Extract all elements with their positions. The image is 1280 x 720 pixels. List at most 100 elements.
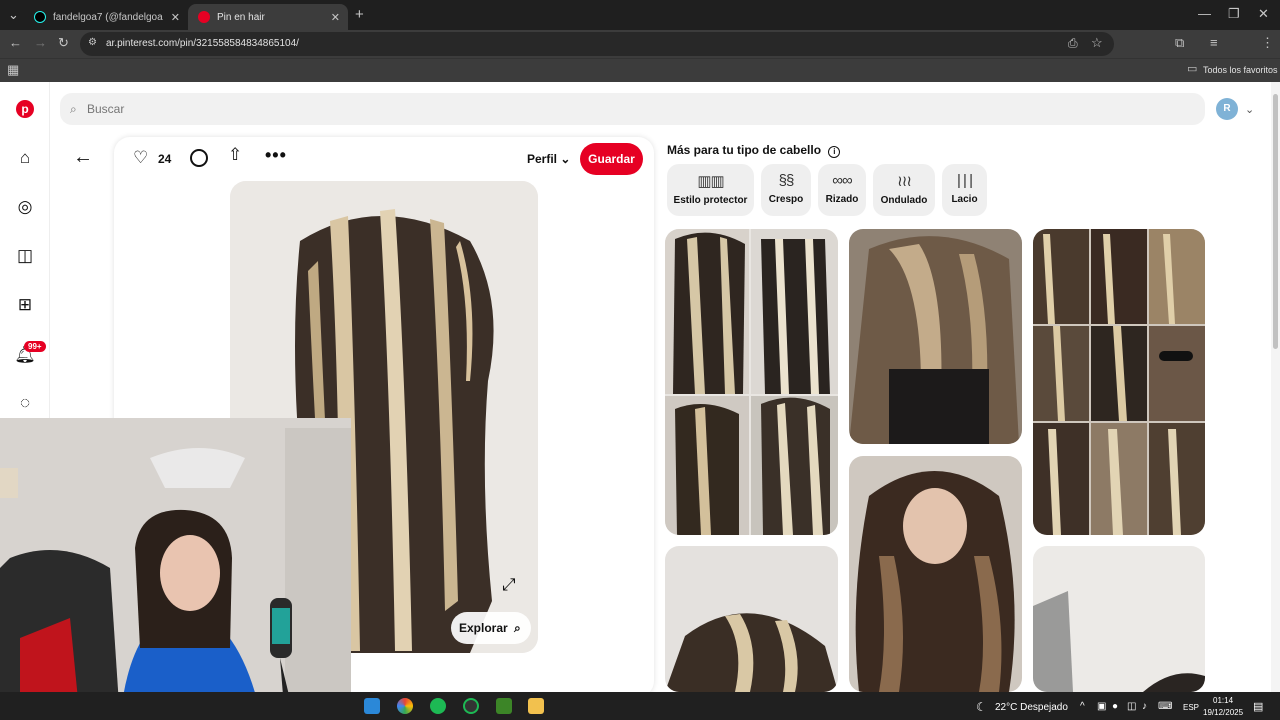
address-bar[interactable]: ⚙ ar.pinterest.com/pin/32155858483486510…: [80, 32, 1114, 56]
reload-icon[interactable]: ↻: [58, 36, 69, 49]
language-indicator[interactable]: ESP: [1183, 703, 1199, 712]
restore-icon[interactable]: ❐: [1228, 7, 1240, 20]
profile-dropdown[interactable]: Perfil ⌄: [527, 152, 570, 166]
minimize-icon[interactable]: —: [1198, 7, 1211, 20]
info-icon[interactable]: i: [828, 146, 841, 158]
browser-tab-bar: ⌄ fandelgoa7 (@fandelgoa7_) | T ✕ Pin en…: [0, 0, 1280, 30]
pin-thumbnail[interactable]: [849, 456, 1022, 692]
boards-icon[interactable]: ◫: [14, 245, 36, 267]
hair-collage-image: [665, 229, 838, 535]
close-tab-icon[interactable]: ✕: [331, 11, 340, 24]
tray-chevron-icon[interactable]: ^: [1080, 701, 1085, 712]
tab-tiktok[interactable]: fandelgoa7 (@fandelgoa7_) | T ✕: [24, 4, 188, 30]
folder-icon: ▭: [1187, 63, 1198, 75]
chevron-down-icon[interactable]: ⌄: [1245, 103, 1254, 116]
home-icon[interactable]: ⌂: [14, 147, 36, 169]
notifications-badge: 99+: [24, 341, 46, 352]
explore-compass-icon[interactable]: ◎: [14, 196, 36, 218]
search-placeholder: Buscar: [87, 102, 125, 116]
curly-icon: ∞∞: [832, 172, 852, 189]
scrollbar-thumb[interactable]: [1273, 94, 1278, 349]
pin-thumbnail[interactable]: [665, 229, 838, 535]
messages-icon[interactable]: ◌: [14, 392, 36, 414]
expand-icon[interactable]: ⤢: [502, 575, 516, 595]
wavy-icon: ≀≀≀: [897, 173, 912, 190]
chip-label: Estilo protector: [673, 195, 748, 206]
hair-photo-image: [665, 546, 838, 692]
extensions-puzzle-icon[interactable]: ⧉: [1175, 36, 1184, 49]
webcam-feed-image: [0, 418, 351, 720]
create-icon[interactable]: ⊞: [14, 294, 36, 316]
tab-pinterest[interactable]: Pin en hair ✕: [188, 4, 348, 30]
profile-label: Perfil: [527, 152, 558, 166]
site-info-icon[interactable]: ⚙: [88, 38, 97, 48]
browser-toolbar: ← → ↻ ⚙ ar.pinterest.com/pin/32155858483…: [0, 30, 1280, 80]
share-icon[interactable]: ⇧: [228, 145, 242, 165]
volume-icon[interactable]: ♪: [1142, 701, 1147, 712]
straight-icon: | | |: [956, 172, 973, 189]
clock-time[interactable]: 01:14: [1213, 696, 1233, 705]
tab-search-icon[interactable]: ⌄: [8, 8, 19, 21]
forward-icon[interactable]: →: [34, 36, 47, 49]
chip-crespo[interactable]: §§ Crespo: [761, 164, 811, 216]
pin-thumbnail[interactable]: [849, 229, 1022, 444]
menu-icon[interactable]: ⋮: [1261, 36, 1274, 49]
tray-app-icon[interactable]: ▣: [1097, 701, 1106, 712]
heart-icon[interactable]: ♡: [133, 148, 148, 168]
chrome-icon[interactable]: [397, 698, 413, 714]
chip-label: Rizado: [825, 194, 859, 205]
install-app-icon[interactable]: ⎙: [1068, 37, 1078, 49]
comment-icon[interactable]: [190, 149, 208, 167]
explore-search-icon: ⌕: [514, 621, 521, 635]
app-icon[interactable]: [463, 698, 479, 714]
file-explorer-icon[interactable]: [528, 698, 544, 714]
microphone-icon[interactable]: ●: [1112, 701, 1118, 712]
more-ideas-title: Más para tu tipo de cabello: [667, 143, 822, 157]
back-icon[interactable]: ←: [9, 36, 22, 49]
explore-button[interactable]: Explorar ⌕: [451, 612, 531, 644]
like-count: 24: [158, 152, 172, 166]
keyboard-icon[interactable]: ⌨: [1158, 701, 1172, 712]
weather-text[interactable]: 22°C Despejado: [995, 702, 1068, 713]
url-text: ar.pinterest.com/pin/321558584834865104/: [106, 38, 299, 49]
media-control-icon[interactable]: ≡: [1210, 36, 1218, 49]
hair-collage-image: [1033, 229, 1205, 535]
close-tab-icon[interactable]: ✕: [171, 11, 180, 24]
tiktok-icon: [34, 11, 46, 23]
pin-thumbnail[interactable]: [1033, 229, 1205, 535]
apps-grid-icon[interactable]: ▦: [7, 63, 19, 76]
hair-photo-image: [849, 456, 1022, 692]
search-icon: ⌕: [70, 102, 77, 116]
search-input[interactable]: ⌕ Buscar: [60, 93, 1205, 125]
start-icon[interactable]: [364, 698, 380, 714]
more-options-icon[interactable]: •••: [265, 145, 287, 166]
pin-thumbnail[interactable]: [665, 546, 838, 692]
user-avatar[interactable]: R: [1216, 98, 1238, 120]
back-arrow-icon[interactable]: ←: [73, 146, 93, 169]
clock-date[interactable]: 19/12/2025: [1203, 708, 1243, 717]
notification-center-icon[interactable]: ▤: [1253, 700, 1263, 713]
chip-lacio[interactable]: | | | Lacio: [942, 164, 987, 216]
spotify-icon[interactable]: [430, 698, 446, 714]
hair-photo-image: [849, 229, 1022, 444]
pin-thumbnail[interactable]: [1033, 546, 1205, 692]
pinterest-favicon-icon: [198, 11, 210, 23]
new-tab-icon[interactable]: +: [355, 7, 364, 22]
braids-icon: ▥▥: [697, 173, 724, 190]
all-bookmarks-link[interactable]: Todos los favoritos: [1203, 65, 1278, 75]
tray-app-icon[interactable]: ◫: [1127, 701, 1136, 712]
page-scrollbar[interactable]: [1271, 82, 1280, 692]
minecraft-icon[interactable]: [496, 698, 512, 714]
bookmarks-bar: ▦ ▭ Todos los favoritos: [0, 58, 1280, 82]
chip-rizado[interactable]: ∞∞ Rizado: [818, 164, 866, 216]
chip-ondulado[interactable]: ≀≀≀ Ondulado: [873, 164, 935, 216]
explore-label: Explorar: [459, 621, 508, 635]
coily-icon: §§: [778, 172, 795, 189]
close-window-icon[interactable]: ✕: [1258, 7, 1269, 20]
chip-label: Lacio: [951, 194, 978, 205]
save-button[interactable]: Guardar: [580, 143, 643, 175]
chip-estilo-protector[interactable]: ▥▥ Estilo protector: [667, 164, 754, 216]
pinterest-logo-icon[interactable]: p: [16, 100, 34, 118]
bookmark-star-icon[interactable]: ☆: [1091, 36, 1103, 49]
chip-label: Ondulado: [880, 195, 928, 206]
